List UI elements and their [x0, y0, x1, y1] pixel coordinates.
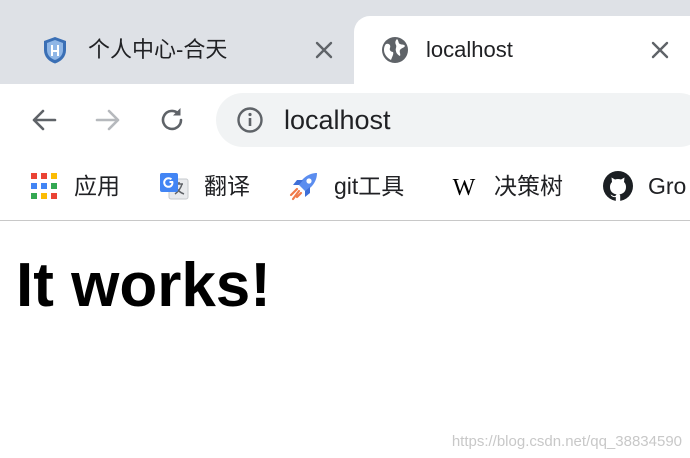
bookmark-label: 翻译 [204, 173, 250, 199]
page-content: It works! https://blog.csdn.net/qq_38834… [0, 221, 690, 458]
watermark: https://blog.csdn.net/qq_38834590 [451, 433, 682, 450]
bookmark-github[interactable]: Gro [602, 168, 686, 204]
svg-text:W: W [453, 175, 476, 201]
toolbar: localhost [0, 84, 690, 156]
tab-strip: 个人中心-合天 localhost [0, 0, 690, 84]
arrow-left-icon[interactable] [28, 104, 60, 136]
globe-icon [382, 37, 408, 63]
close-icon[interactable] [648, 38, 672, 62]
bookmarks-bar: 应用 翻译 git工具 W 决策树 Gro [0, 156, 690, 221]
omnibox[interactable]: localhost [216, 93, 690, 147]
reload-icon[interactable] [156, 104, 188, 136]
bookmark-label: Gro [648, 173, 687, 199]
tab-personal-center[interactable]: 个人中心-合天 [0, 16, 354, 84]
tab-title: 个人中心-合天 [88, 37, 228, 62]
rocket-icon [289, 173, 317, 201]
wikipedia-icon: W [453, 175, 476, 201]
bookmark-apps[interactable]: 应用 [28, 168, 120, 204]
bookmark-label: 决策树 [494, 173, 563, 199]
github-icon [603, 171, 633, 201]
arrow-right-icon[interactable] [92, 104, 124, 136]
info-icon[interactable] [236, 106, 264, 134]
url-text[interactable]: localhost [284, 105, 391, 135]
bookmark-git-tools[interactable]: git工具 [288, 168, 404, 204]
google-translate-icon [160, 173, 189, 200]
shield-icon [44, 37, 66, 64]
bookmark-decision-tree[interactable]: W 决策树 [448, 168, 563, 204]
bookmark-label: 应用 [74, 173, 120, 199]
bookmark-label: git工具 [334, 173, 405, 199]
tab-localhost[interactable]: localhost [354, 16, 690, 84]
page-heading: It works! [16, 251, 271, 320]
apps-grid-icon [31, 173, 57, 199]
bookmark-translate[interactable]: 翻译 [158, 168, 250, 204]
tab-title: localhost [426, 37, 513, 62]
close-icon[interactable] [312, 38, 336, 62]
